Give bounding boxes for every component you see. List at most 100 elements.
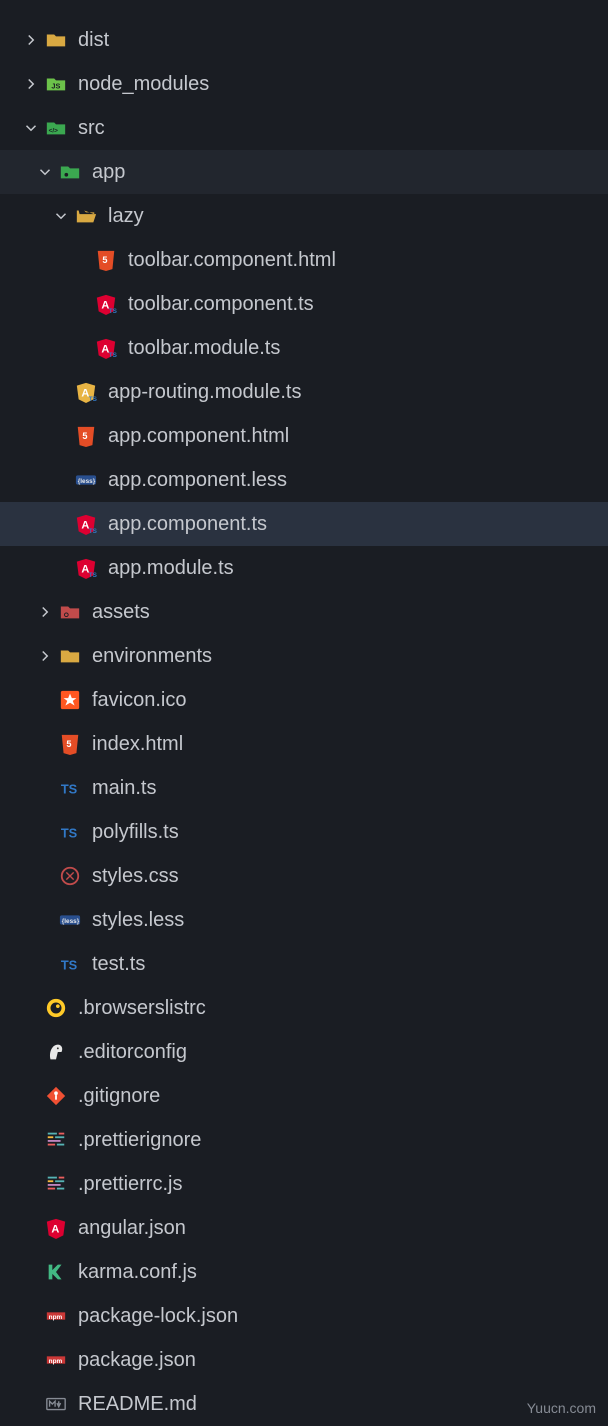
folder-label: environments: [92, 645, 212, 668]
file-readme[interactable]: README.md: [0, 1382, 608, 1426]
folder-label: app: [92, 161, 125, 184]
file-label: .prettierrc.js: [78, 1173, 182, 1196]
file-app-less[interactable]: app.component.less: [0, 458, 608, 502]
file-prettierignore[interactable]: .prettierignore: [0, 1118, 608, 1162]
file-app-routing[interactable]: app-routing.module.ts: [0, 370, 608, 414]
typescript-icon: [58, 952, 82, 976]
karma-icon: [44, 1260, 68, 1284]
file-package-lock[interactable]: package-lock.json: [0, 1294, 608, 1338]
file-gitignore[interactable]: .gitignore: [0, 1074, 608, 1118]
file-label: README.md: [78, 1393, 197, 1416]
folder-src[interactable]: src: [0, 106, 608, 150]
html5-icon: [58, 732, 82, 756]
folder-label: src: [78, 117, 105, 140]
file-toolbar-html[interactable]: toolbar.component.html: [0, 238, 608, 282]
file-app-module[interactable]: app.module.ts: [0, 546, 608, 590]
git-icon: [44, 1084, 68, 1108]
file-label: toolbar.component.ts: [128, 293, 314, 316]
src-folder-icon: [44, 116, 68, 140]
file-label: styles.css: [92, 865, 179, 888]
folder-icon: [58, 644, 82, 668]
file-label: angular.json: [78, 1217, 186, 1240]
chevron-right-icon: [18, 27, 44, 53]
typescript-icon: [58, 820, 82, 844]
less-icon: [58, 908, 82, 932]
file-label: toolbar.component.html: [128, 249, 336, 272]
angular-icon: [94, 336, 118, 360]
folder-label: lazy: [108, 205, 144, 228]
file-browserslistrc[interactable]: .browserslistrc: [0, 986, 608, 1030]
file-label: package.json: [78, 1349, 196, 1372]
file-styles-css[interactable]: styles.css: [0, 854, 608, 898]
editorconfig-icon: [44, 1040, 68, 1064]
file-toolbar-module[interactable]: toolbar.module.ts: [0, 326, 608, 370]
node-folder-icon: [44, 72, 68, 96]
file-toolbar-ts[interactable]: toolbar.component.ts: [0, 282, 608, 326]
file-label: app-routing.module.ts: [108, 381, 301, 404]
folder-open-icon: [74, 204, 98, 228]
folder-lazy[interactable]: lazy: [0, 194, 608, 238]
chevron-right-icon: [32, 599, 58, 625]
file-favicon[interactable]: favicon.ico: [0, 678, 608, 722]
file-test-ts[interactable]: test.ts: [0, 942, 608, 986]
file-label: toolbar.module.ts: [128, 337, 280, 360]
file-styles-less[interactable]: styles.less: [0, 898, 608, 942]
html5-icon: [74, 424, 98, 448]
file-karma-conf[interactable]: karma.conf.js: [0, 1250, 608, 1294]
file-label: .gitignore: [78, 1085, 160, 1108]
file-label: app.component.html: [108, 425, 289, 448]
angular-icon: [94, 292, 118, 316]
assets-folder-icon: [58, 600, 82, 624]
file-label: app.component.less: [108, 469, 287, 492]
watermark: Yuucn.com: [527, 1400, 596, 1416]
favicon-icon: [58, 688, 82, 712]
file-label: karma.conf.js: [78, 1261, 197, 1284]
markdown-icon: [44, 1392, 68, 1416]
npm-icon: [44, 1304, 68, 1328]
chevron-down-icon: [18, 115, 44, 141]
file-explorer-tree: dist node_modules src app lazy toolbar.c…: [0, 0, 608, 1426]
file-main-ts[interactable]: main.ts: [0, 766, 608, 810]
folder-environments[interactable]: environments: [0, 634, 608, 678]
file-label: favicon.ico: [92, 689, 187, 712]
css-icon: [58, 864, 82, 888]
less-icon: [74, 468, 98, 492]
file-label: test.ts: [92, 953, 145, 976]
file-polyfills[interactable]: polyfills.ts: [0, 810, 608, 854]
chevron-right-icon: [18, 71, 44, 97]
file-label: main.ts: [92, 777, 156, 800]
folder-label: node_modules: [78, 73, 209, 96]
folder-app[interactable]: app: [0, 150, 608, 194]
file-package-json[interactable]: package.json: [0, 1338, 608, 1382]
folder-assets[interactable]: assets: [0, 590, 608, 634]
file-label: index.html: [92, 733, 183, 756]
file-label: .editorconfig: [78, 1041, 187, 1064]
file-app-ts[interactable]: app.component.ts: [0, 502, 608, 546]
file-label: app.component.ts: [108, 513, 267, 536]
file-label: styles.less: [92, 909, 184, 932]
prettier-icon: [44, 1172, 68, 1196]
folder-label: dist: [78, 29, 109, 52]
app-folder-icon: [58, 160, 82, 184]
file-prettierrc[interactable]: .prettierrc.js: [0, 1162, 608, 1206]
chevron-right-icon: [32, 643, 58, 669]
file-label: polyfills.ts: [92, 821, 179, 844]
file-editorconfig[interactable]: .editorconfig: [0, 1030, 608, 1074]
html5-icon: [94, 248, 118, 272]
file-index-html[interactable]: index.html: [0, 722, 608, 766]
prettier-icon: [44, 1128, 68, 1152]
file-app-html[interactable]: app.component.html: [0, 414, 608, 458]
chevron-down-icon: [32, 159, 58, 185]
folder-label: assets: [92, 601, 150, 624]
typescript-icon: [58, 776, 82, 800]
file-label: package-lock.json: [78, 1305, 238, 1328]
folder-icon: [44, 28, 68, 52]
file-angular-json[interactable]: angular.json: [0, 1206, 608, 1250]
folder-node-modules[interactable]: node_modules: [0, 62, 608, 106]
angular-icon: [74, 556, 98, 580]
npm-icon: [44, 1348, 68, 1372]
angular-routing-icon: [74, 380, 98, 404]
file-label: .browserslistrc: [78, 997, 206, 1020]
folder-dist[interactable]: dist: [0, 18, 608, 62]
angular-icon: [74, 512, 98, 536]
